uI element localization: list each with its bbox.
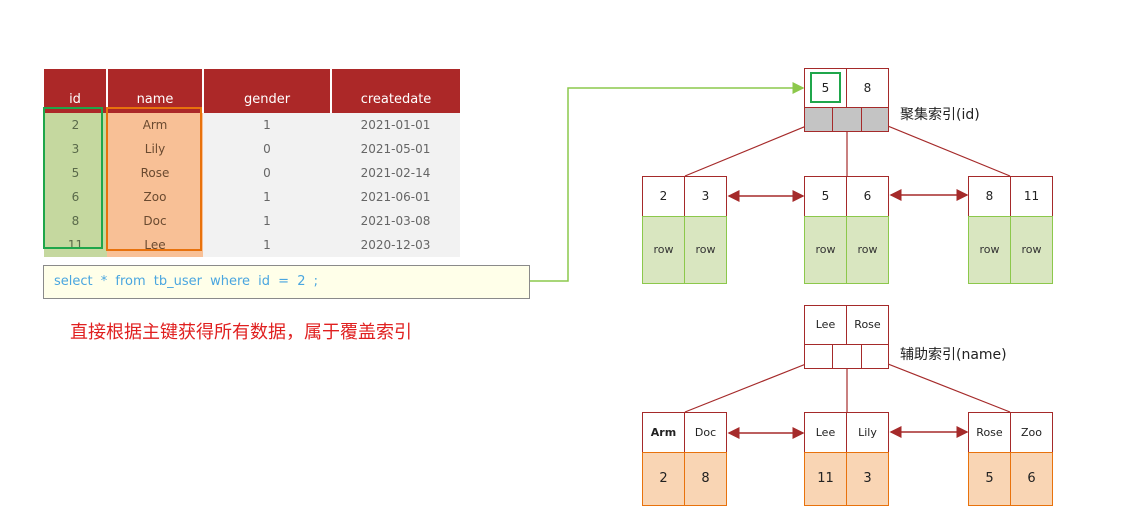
pointer-slot	[861, 107, 889, 132]
pointer-slot	[861, 344, 889, 369]
root-key: Lee	[804, 305, 847, 345]
sql-query-box: select * from tb_user where id = 2 ;	[43, 265, 530, 299]
cell-createdate: 2020-12-03	[331, 233, 460, 257]
row-data-cell: row	[684, 216, 727, 284]
cell-gender: 0	[203, 137, 331, 161]
clustered-index-label: 聚集索引(id)	[900, 107, 980, 123]
cell-createdate: 2021-01-01	[331, 113, 460, 137]
row-data-cell: row	[846, 216, 889, 284]
cell-createdate: 2021-06-01	[331, 185, 460, 209]
primary-key-value-cell: 11	[804, 452, 847, 506]
pointer-slot	[804, 107, 833, 132]
pointer-slot	[832, 344, 862, 369]
pointer-slot	[804, 344, 833, 369]
highlighted-key-outline	[810, 72, 841, 103]
leaf-key: 2	[642, 176, 685, 217]
leaf-key: Doc	[684, 412, 727, 453]
cell-gender: 1	[203, 185, 331, 209]
cell-createdate: 2021-03-08	[331, 209, 460, 233]
explanation-note: 直接根据主键获得所有数据，属于覆盖索引	[70, 322, 412, 343]
id-column-highlight	[43, 107, 103, 249]
leaf-key: Lee	[804, 412, 847, 453]
cell-createdate: 2021-05-01	[331, 137, 460, 161]
tree-edge	[877, 359, 1011, 413]
leaf-key: Zoo	[1010, 412, 1053, 453]
cell-gender: 1	[203, 233, 331, 257]
cell-gender: 1	[203, 209, 331, 233]
row-data-cell: row	[804, 216, 847, 284]
pointer-slot	[832, 107, 862, 132]
leaf-key: 8	[968, 176, 1011, 217]
leaf-key: Lily	[846, 412, 889, 453]
cell-createdate: 2021-02-14	[331, 161, 460, 185]
row-data-cell: row	[968, 216, 1011, 284]
tree-edge	[684, 359, 817, 413]
root-key: 8	[846, 68, 889, 108]
row-data-cell: row	[642, 216, 685, 284]
column-header-gender: gender	[203, 69, 332, 113]
column-header-createdate: createdate	[331, 69, 460, 113]
name-column-highlight	[106, 107, 202, 251]
leaf-key: Arm	[642, 412, 685, 453]
primary-key-value-cell: 8	[684, 452, 727, 506]
tree-edge	[684, 121, 817, 177]
primary-key-value-cell: 5	[968, 452, 1011, 506]
cell-gender: 0	[203, 161, 331, 185]
leaf-key: 11	[1010, 176, 1053, 217]
leaf-key: 3	[684, 176, 727, 217]
cell-gender: 1	[203, 113, 331, 137]
leaf-key: 5	[804, 176, 847, 217]
leaf-key: 6	[846, 176, 889, 217]
leaf-key: Rose	[968, 412, 1011, 453]
primary-key-value-cell: 3	[846, 452, 889, 506]
root-key: Rose	[846, 305, 889, 345]
tree-edge	[877, 121, 1011, 177]
primary-key-value-cell: 6	[1010, 452, 1053, 506]
row-data-cell: row	[1010, 216, 1053, 284]
primary-key-value-cell: 2	[642, 452, 685, 506]
secondary-index-label: 辅助索引(name)	[900, 347, 1007, 363]
